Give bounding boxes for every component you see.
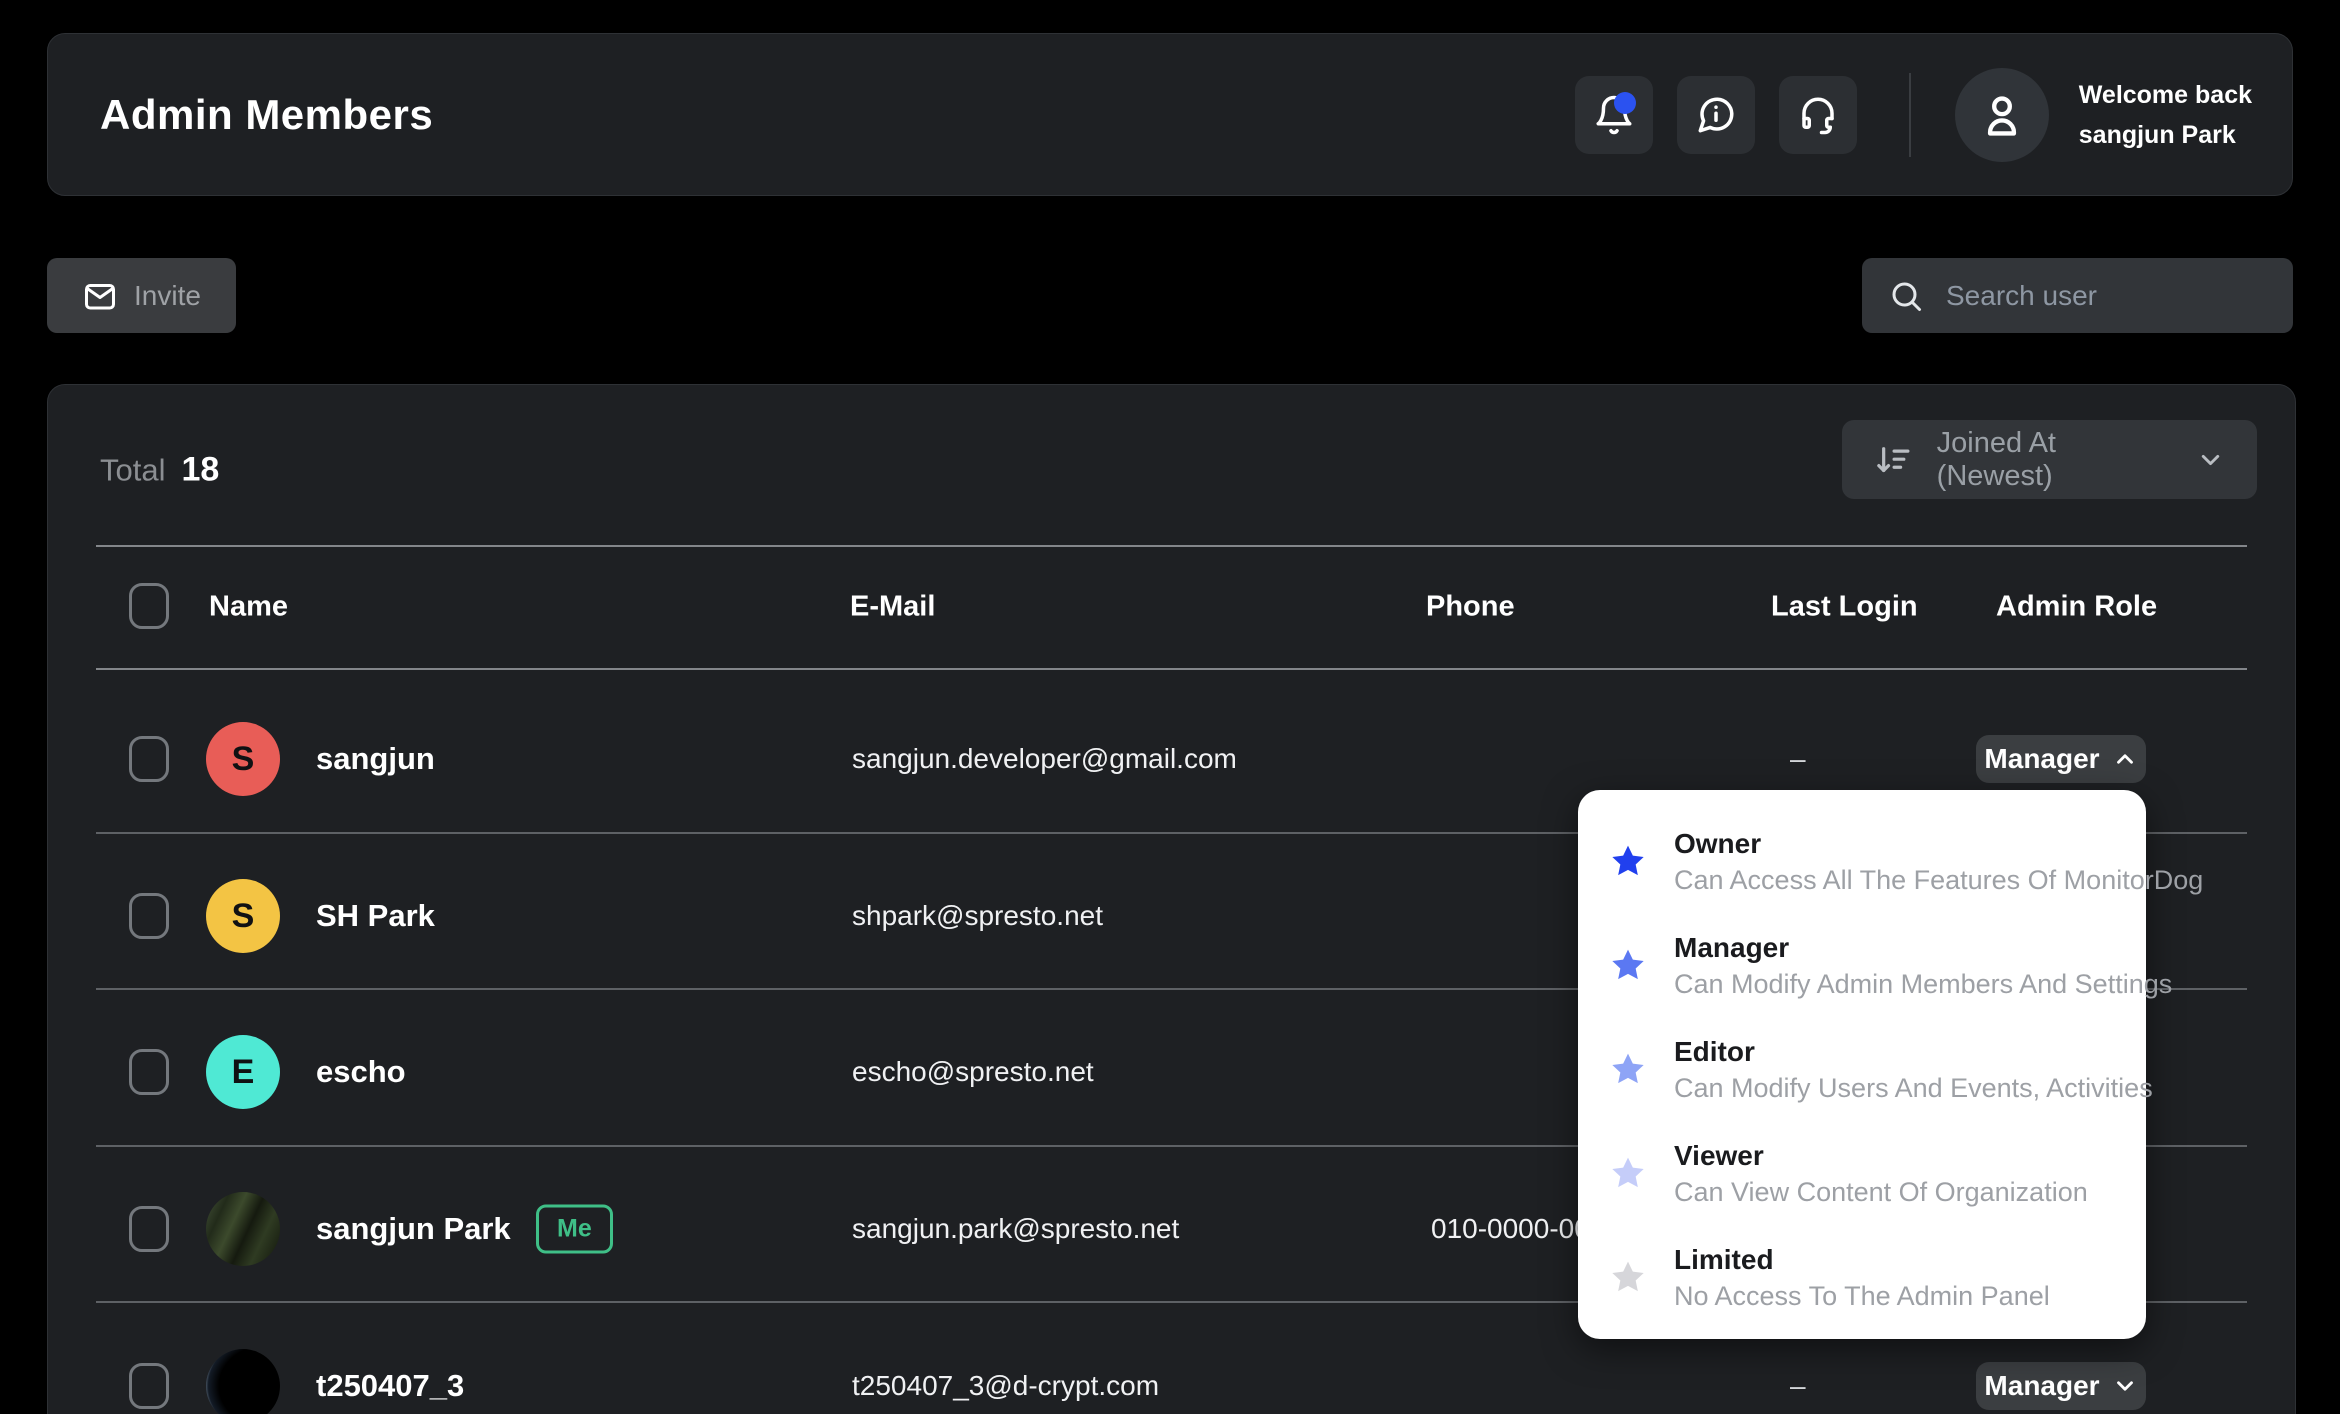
star-icon (1608, 1154, 1648, 1194)
role-option-manager[interactable]: Manager Can Modify Admin Members And Set… (1578, 914, 2146, 1018)
total-label: Total (100, 453, 165, 489)
star-icon (1608, 1050, 1648, 1090)
member-email: sangjun.developer@gmail.com (852, 743, 1237, 775)
avatar-initial: E (232, 1053, 255, 1092)
header-actions: Welcome back sangjun Park (1551, 68, 2252, 162)
member-name: sangjun (316, 741, 435, 777)
search-input[interactable] (1944, 279, 2267, 313)
member-phone: 010-0000-00 (1431, 1213, 1590, 1245)
role-option-description: Can Access All The Features Of MonitorDo… (1674, 867, 2203, 894)
member-last-login: – (1790, 1370, 1806, 1402)
column-header-name: Name (209, 591, 288, 624)
support-button[interactable] (1779, 76, 1857, 154)
page-title: Admin Members (100, 91, 433, 139)
role-option-description: Can Modify Users And Events, Activities (1674, 1075, 2153, 1102)
role-option-text: Limited No Access To The Admin Panel (1674, 1246, 2050, 1310)
headset-icon (1797, 94, 1839, 136)
column-header-phone: Phone (1426, 591, 1515, 624)
avatar: S (206, 722, 280, 796)
sort-icon (1874, 440, 1913, 480)
avatar-photo (206, 1349, 280, 1414)
sort-label: Joined At (Newest) (1937, 427, 2172, 493)
row-checkbox[interactable] (129, 893, 169, 939)
role-option-text: Viewer Can View Content Of Organization (1674, 1142, 2088, 1206)
role-option-editor[interactable]: Editor Can Modify Users And Events, Acti… (1578, 1018, 2146, 1122)
member-email: t250407_3@d-crypt.com (852, 1370, 1159, 1402)
welcome-line1: Welcome back (2079, 75, 2252, 115)
role-label: Manager (1984, 743, 2099, 775)
sort-dropdown[interactable]: Joined At (Newest) (1842, 420, 2257, 499)
avatar: S (206, 879, 280, 953)
role-option-title: Limited (1674, 1246, 2050, 1274)
role-option-title: Owner (1674, 830, 2203, 858)
admin-members-screen: Admin Members (0, 0, 2340, 1414)
avatar: E (206, 1035, 280, 1109)
chevron-down-icon (2196, 445, 2225, 475)
role-dropdown-panel: Owner Can Access All The Features Of Mon… (1578, 790, 2146, 1339)
member-name: t250407_3 (316, 1368, 464, 1404)
table-header-bottom-border (96, 668, 2247, 670)
avatar-photo (206, 1192, 280, 1266)
mail-icon (82, 278, 118, 314)
role-option-description: No Access To The Admin Panel (1674, 1283, 2050, 1310)
role-option-owner[interactable]: Owner Can Access All The Features Of Mon… (1578, 810, 2146, 914)
column-header-last-login: Last Login (1771, 591, 1918, 624)
row-checkbox[interactable] (129, 1206, 169, 1252)
chevron-down-icon (2112, 1373, 2138, 1399)
column-header-email: E-Mail (850, 591, 935, 624)
info-bubble-icon (1695, 94, 1737, 136)
role-option-description: Can View Content Of Organization (1674, 1179, 2088, 1206)
role-dropdown-button[interactable]: Manager (1976, 1362, 2146, 1410)
member-email: escho@spresto.net (852, 1056, 1094, 1088)
member-email: sangjun.park@spresto.net (852, 1213, 1179, 1245)
header-divider (1909, 73, 1911, 157)
member-name: escho (316, 1054, 406, 1090)
avatar-initial: S (232, 740, 255, 779)
notification-dot (1614, 92, 1636, 114)
star-icon (1608, 842, 1648, 882)
role-option-description: Can Modify Admin Members And Settings (1674, 971, 2172, 998)
role-option-text: Manager Can Modify Admin Members And Set… (1674, 934, 2172, 998)
role-option-title: Viewer (1674, 1142, 2088, 1170)
role-option-viewer[interactable]: Viewer Can View Content Of Organization (1578, 1122, 2146, 1226)
member-last-login: – (1790, 743, 1806, 775)
role-option-text: Editor Can Modify Users And Events, Acti… (1674, 1038, 2153, 1102)
search-icon (1888, 278, 1924, 314)
notifications-button[interactable] (1575, 76, 1653, 154)
row-checkbox[interactable] (129, 1049, 169, 1095)
select-all-checkbox[interactable] (129, 583, 169, 629)
info-button[interactable] (1677, 76, 1755, 154)
row-checkbox[interactable] (129, 736, 169, 782)
invite-button[interactable]: Invite (47, 258, 236, 333)
star-icon (1608, 946, 1648, 986)
total-row: Total 18 (100, 451, 219, 490)
member-email: shpark@spresto.net (852, 900, 1103, 932)
role-option-title: Editor (1674, 1038, 2153, 1066)
avatar-initial: S (232, 897, 255, 936)
star-icon (1608, 1258, 1648, 1298)
role-dropdown-button[interactable]: Manager (1976, 735, 2146, 783)
members-table-card: Total 18 Joined At (Newest) Name E-Mail … (47, 384, 2296, 1414)
column-header-admin-role: Admin Role (1996, 591, 2157, 624)
total-count: 18 (181, 451, 219, 490)
user-icon (1976, 89, 2028, 141)
welcome-line2: sangjun Park (2079, 115, 2252, 155)
search-box (1862, 258, 2293, 333)
current-user-avatar[interactable] (1955, 68, 2049, 162)
member-name: sangjun Park (316, 1211, 511, 1247)
table-header-top-border (96, 545, 2247, 547)
chevron-up-icon (2112, 746, 2138, 772)
invite-label: Invite (134, 280, 201, 312)
role-option-limited[interactable]: Limited No Access To The Admin Panel (1578, 1226, 2146, 1330)
role-option-text: Owner Can Access All The Features Of Mon… (1674, 830, 2203, 894)
row-checkbox[interactable] (129, 1363, 169, 1409)
me-badge: Me (536, 1205, 613, 1254)
welcome-text: Welcome back sangjun Park (2079, 75, 2252, 155)
header-bar: Admin Members (47, 33, 2293, 196)
role-label: Manager (1984, 1370, 2099, 1402)
role-option-title: Manager (1674, 934, 2172, 962)
member-name: SH Park (316, 898, 435, 934)
